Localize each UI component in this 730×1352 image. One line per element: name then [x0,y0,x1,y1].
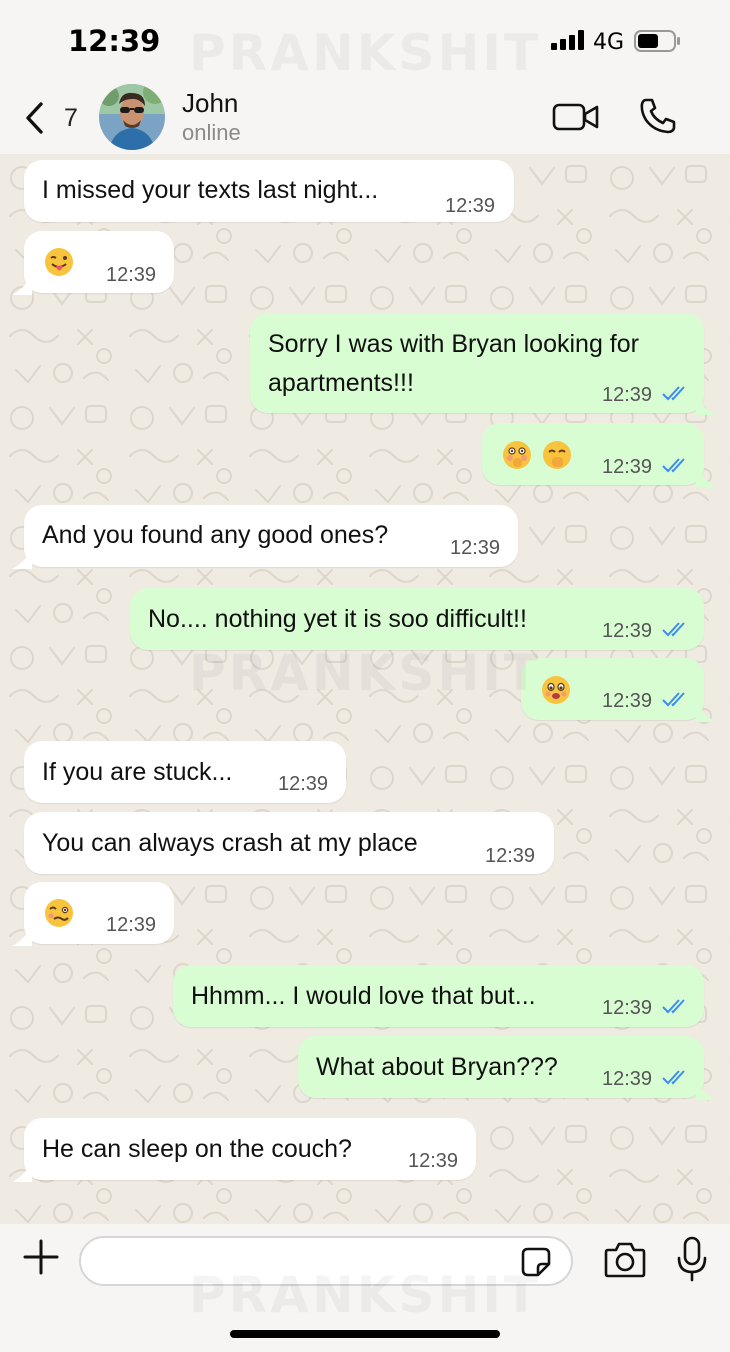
bubble-tail [12,1162,32,1182]
phone-icon[interactable] [638,96,678,136]
unread-count: 7 [64,103,78,132]
message-bubble-incoming[interactable]: I missed your texts last night... 12:39 [24,160,514,222]
read-receipt-icon [662,692,685,707]
message-bubble-incoming[interactable]: 12:39 [12,882,174,946]
face-with-hand-over-mouth-icon [543,441,571,469]
avatar-photo [99,84,165,150]
message-bubble-incoming[interactable]: You can always crash at my place 12:39 [24,812,554,874]
message-bubble-outgoing[interactable]: Sorry I was with Bryan looking for apart… [250,313,716,415]
message-bubble-outgoing[interactable]: What about Bryan??? 12:39 [298,1036,716,1100]
message-time: 12:39 [408,1150,459,1172]
home-indicator [230,1330,500,1338]
message-text: He can sleep on the couch? [42,1135,352,1163]
message-bubble-incoming[interactable]: He can sleep on the couch? 12:39 [12,1118,476,1182]
bubble-tail [12,275,32,295]
message-time: 12:39 [106,264,157,286]
face-holding-back-tears-icon [542,676,570,704]
microphone-icon[interactable] [676,1236,708,1282]
bubble-tail [696,395,716,415]
plus-icon[interactable] [22,1238,60,1276]
bubble-tail [696,1080,716,1100]
message-text: I missed your texts last night... [42,176,379,204]
read-receipt-icon [662,999,685,1014]
status-time: 12:39 [68,24,161,58]
message-text: No.... nothing yet it is soo difficult!! [148,605,527,633]
message-text: If you are stuck... [42,758,233,786]
face-with-tongue-wink-icon [45,248,73,276]
message-time: 12:39 [602,620,653,642]
woozy-face-icon [45,899,73,927]
contact-status: online [182,120,241,145]
read-receipt-icon [662,458,685,473]
message-time: 12:39 [602,1068,653,1090]
message-bubble-outgoing[interactable]: Hhmm... I would love that but... 12:39 [173,965,704,1027]
message-time: 12:39 [278,773,329,795]
face-with-hand-over-mouth-icon [503,441,531,469]
battery-icon [634,30,680,52]
message-time: 12:39 [485,845,536,867]
message-text: Sorry I was with Bryan looking for [268,330,639,358]
message-time: 12:39 [445,195,496,217]
read-receipt-icon [662,622,685,637]
message-bubble-incoming[interactable]: 12:39 [12,231,174,295]
message-time: 12:39 [602,690,653,712]
message-bubble-outgoing[interactable]: No.... nothing yet it is soo difficult!!… [130,588,704,650]
message-time: 12:39 [602,384,653,406]
video-call-icon[interactable] [552,100,600,134]
message-text: What about Bryan??? [316,1053,558,1081]
sticker-icon[interactable] [520,1246,552,1278]
message-time: 12:39 [602,456,653,478]
camera-icon[interactable] [604,1240,646,1278]
bubble-tail [12,926,32,946]
message-time: 12:39 [450,537,501,559]
back-button[interactable]: 7 [22,96,86,140]
chat-area[interactable]: I missed your texts last night... 12:39 … [0,154,730,1224]
contact-name[interactable]: John [182,88,238,119]
network-label: 4G [593,30,625,55]
message-bubble-incoming[interactable]: And you found any good ones? 12:39 [12,505,518,569]
message-text: You can always crash at my place [42,829,418,857]
message-bubble-outgoing[interactable]: 12:39 [482,423,716,487]
read-receipt-icon [662,386,685,401]
signal-icon [551,30,584,50]
message-text: Hhmm... I would love that but... [191,982,536,1010]
status-bar: 12:39 4G [0,0,730,82]
message-time: 12:39 [602,997,653,1019]
chat-header: 7 John online [0,82,730,154]
bubble-tail [696,467,716,487]
message-bubble-outgoing[interactable]: 12:39 [521,658,716,722]
message-text: And you found any good ones? [42,521,389,549]
bubble-tail [696,702,716,722]
message-text: apartments!!! [268,369,414,397]
chevron-left-icon [26,102,43,134]
message-input[interactable] [79,1236,573,1286]
message-bubble-incoming[interactable]: If you are stuck... 12:39 [24,741,346,803]
read-receipt-icon [662,1070,685,1085]
bubble-tail [12,549,32,569]
avatar[interactable] [99,84,165,150]
message-time: 12:39 [106,914,157,936]
